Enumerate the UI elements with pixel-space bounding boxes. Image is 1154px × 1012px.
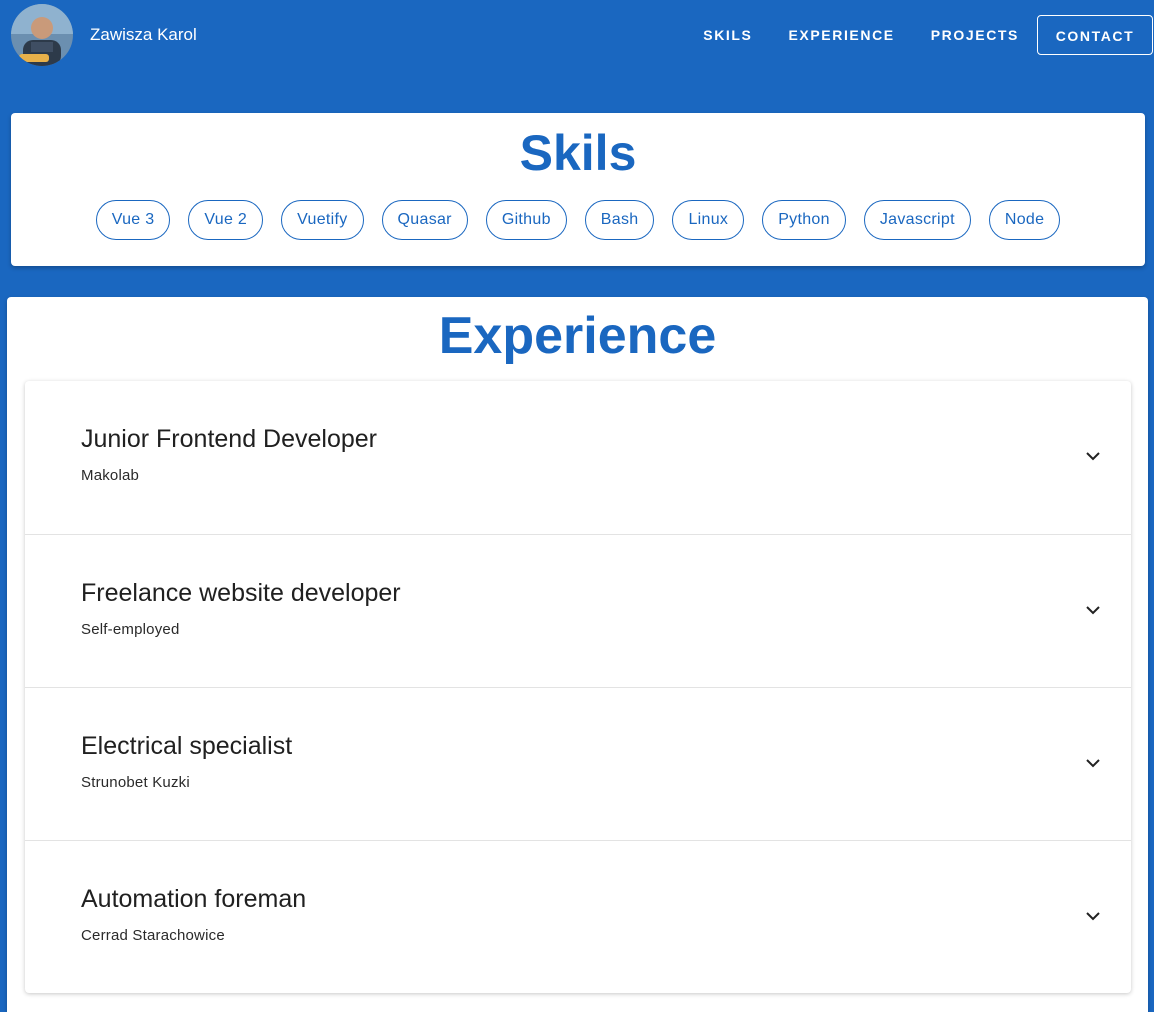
nav-experience[interactable]: EXPERIENCE <box>770 15 912 55</box>
main-nav: SKILS EXPERIENCE PROJECTS CONTACT <box>685 15 1154 55</box>
nav-skils[interactable]: SKILS <box>685 15 770 55</box>
skills-chip-list: Vue 3 Vue 2 Vuetify Quasar Github Bash L… <box>11 200 1145 240</box>
experience-heading: Experience <box>438 307 717 365</box>
skill-chip[interactable]: Vue 3 <box>95 200 171 240</box>
skill-chip[interactable]: Node <box>988 200 1061 240</box>
chevron-down-icon[interactable] <box>1085 911 1101 921</box>
company-name: Cerrad Starachowice <box>81 927 225 944</box>
experience-panel[interactable]: Freelance website developer Self-employe… <box>25 534 1131 687</box>
chevron-down-icon[interactable] <box>1085 605 1101 615</box>
skill-chip[interactable]: Javascript <box>863 200 971 240</box>
skill-chip[interactable]: Vuetify <box>281 200 364 240</box>
chevron-down-icon[interactable] <box>1085 758 1101 768</box>
skills-heading: Skils <box>519 125 637 181</box>
company-name: Strunobet Kuzki <box>81 774 190 791</box>
experience-section: Experience Junior Frontend Developer Mak… <box>7 297 1148 1012</box>
job-title: Freelance website developer <box>81 579 401 607</box>
app-bar: Zawisza Karol SKILS EXPERIENCE PROJECTS … <box>0 0 1154 70</box>
job-title: Junior Frontend Developer <box>81 425 377 453</box>
company-name: Self-employed <box>81 621 180 638</box>
skill-chip[interactable]: Python <box>762 200 846 240</box>
avatar-photo <box>11 4 73 66</box>
experience-panel[interactable]: Electrical specialist Strunobet Kuzki <box>25 687 1131 840</box>
experience-panel[interactable]: Junior Frontend Developer Makolab <box>25 381 1131 534</box>
job-title: Electrical specialist <box>81 732 293 760</box>
skill-chip[interactable]: Quasar <box>381 200 468 240</box>
avatar[interactable] <box>11 4 73 66</box>
skill-chip[interactable]: Bash <box>584 200 655 240</box>
nav-contact-button[interactable]: CONTACT <box>1037 15 1153 55</box>
skill-chip[interactable]: Vue 2 <box>188 200 264 240</box>
skills-section: Skils Vue 3 Vue 2 Vuetify Quasar Github … <box>11 113 1145 266</box>
site-owner-name: Zawisza Karol <box>90 25 197 44</box>
experience-panels: Junior Frontend Developer Makolab Freela… <box>25 381 1131 993</box>
nav-projects[interactable]: PROJECTS <box>913 15 1037 55</box>
company-name: Makolab <box>81 467 140 484</box>
job-title: Automation foreman <box>81 885 307 913</box>
chevron-down-icon[interactable] <box>1085 451 1101 461</box>
experience-panel[interactable]: Automation foreman Cerrad Starachowice <box>25 840 1131 993</box>
skill-chip[interactable]: Linux <box>672 200 745 240</box>
skill-chip[interactable]: Github <box>485 200 567 240</box>
